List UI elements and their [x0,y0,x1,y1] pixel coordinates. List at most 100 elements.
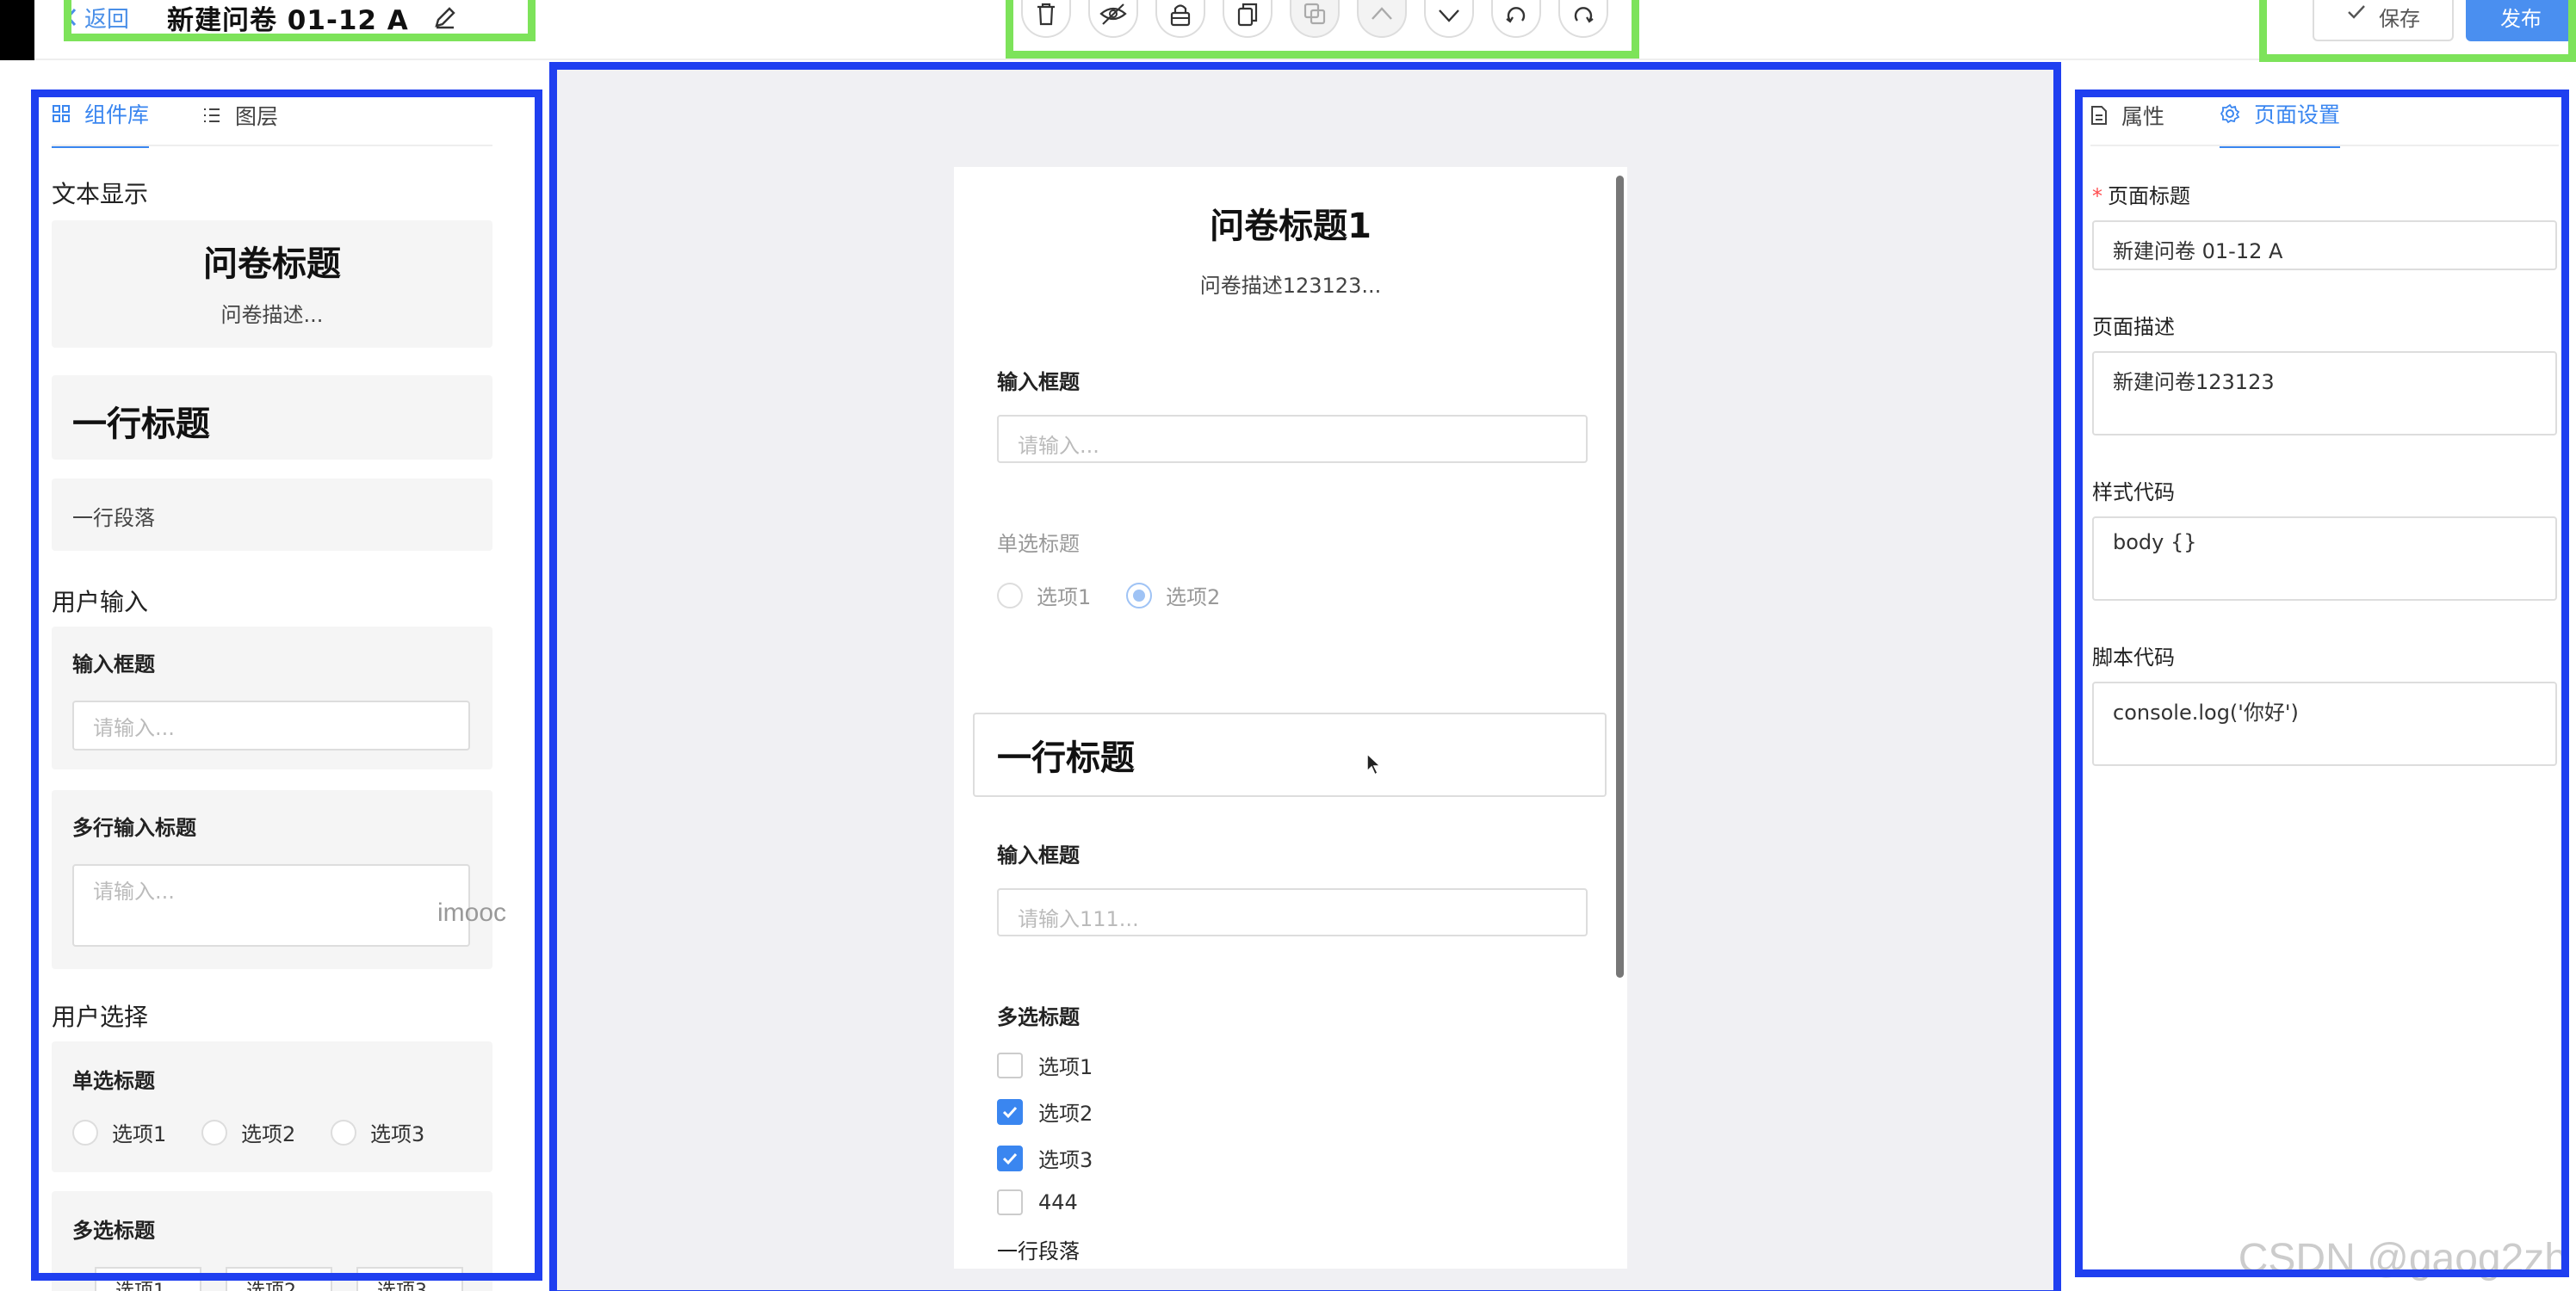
checkbox-checked-icon [997,1098,1023,1125]
back-button[interactable]: 返回 [65,2,129,34]
trash-icon [1035,2,1057,28]
tab-label: 组件库 [84,102,150,127]
sample-desc: 问卷描述... [220,303,324,327]
tab-label: 属性 [2121,104,2165,129]
tab-page-settings[interactable]: 页面设置 [2220,98,2341,148]
checkbox-icon [997,1189,1023,1215]
right-tabs: 属性 页面设置 [2090,98,2341,148]
questionnaire-preview: 问卷标题1 问卷描述123123... 输入框题 请输入... 单选标题 选项1… [954,167,1627,1269]
black-marker [0,0,34,60]
tab-divider [2090,145,2559,146]
paste-icon [1303,2,1327,28]
hide-button[interactable] [1088,0,1138,38]
imooc-watermark: imooc [437,899,507,927]
sample-input: 请输入... [72,701,470,751]
header-actions: 保存 发布 [2313,0,2576,41]
gear-icon [2220,103,2240,124]
sample-line-title: 一行标题 [72,405,210,444]
preview-checkbox-option[interactable]: 444 [997,1189,1078,1215]
grid-icon [52,104,71,123]
sample-title: 问卷标题 [203,244,341,284]
css-code-textarea[interactable]: body {} [2092,516,2557,601]
group-title-user-input: 用户输入 [52,588,149,616]
save-label: 保存 [2379,7,2420,31]
component-line-title[interactable]: 一行标题 [52,375,492,460]
preview-input[interactable]: 请输入... [997,415,1588,463]
tab-properties[interactable]: 属性 [2090,98,2164,148]
page-title-input[interactable]: 新建问卷 01-12 A [2092,220,2557,270]
preview-checkbox-option[interactable]: 选项1 [997,1050,1093,1080]
lock-icon [1168,2,1192,28]
component-input[interactable]: 输入框题 请输入... [52,627,492,769]
tab-layers[interactable]: 图层 [202,98,278,148]
preview-radio-label: 单选标题 [997,532,1080,556]
preview-checkbox-option[interactable]: 选项3 [997,1143,1093,1173]
move-down-button[interactable] [1424,0,1474,38]
tab-label: 图层 [235,104,279,129]
save-button[interactable]: 保存 [2313,0,2454,41]
component-textarea[interactable]: 多行输入标题 请输入... [52,790,492,969]
paste-button[interactable] [1290,0,1340,38]
component-paragraph[interactable]: 一行段落 [52,479,492,551]
component-toolbar [1021,0,1608,38]
arrow-up-icon [1369,2,1395,28]
sample-radio-option: 选项3 [331,1117,424,1147]
page-desc-textarea[interactable]: 新建问卷123123 [2092,351,2557,435]
component-radio[interactable]: 单选标题 选项1 选项2 选项3 [52,1041,492,1172]
sample-checkbox-title: 多选标题 [72,1219,155,1243]
editor-canvas: 问卷标题1 问卷描述123123... 输入框题 请输入... 单选标题 选项1… [551,62,2059,1291]
preview-input-label: 输入框题 [997,370,1080,394]
move-up-button[interactable] [1357,0,1407,38]
csdn-watermark: CSDN @gaog2zh [2238,1236,2567,1282]
tab-divider [52,145,492,146]
undo-button[interactable] [1491,0,1541,38]
publish-button[interactable]: 发布 [2466,0,2576,41]
check-icon [2346,2,2367,22]
redo-icon [1570,2,1596,28]
copy-button[interactable] [1223,0,1273,38]
page-desc-label: 页面描述 [2092,315,2175,339]
sample-input-title: 输入框题 [72,652,155,676]
preview-checkbox-option[interactable]: 选项2 [997,1096,1093,1127]
sample-radio-option: 选项2 [201,1117,295,1147]
delete-button[interactable] [1021,0,1071,38]
editor-header: 返回 新建问卷 01-12 A 保存 发布 [0,0,2576,60]
component-question-title[interactable]: 问卷标题 问卷描述... [52,220,492,348]
eye-off-icon [1099,2,1127,28]
lock-button[interactable] [1155,0,1205,38]
component-library-panel: 组件库 图层 文本显示 问卷标题 问卷描述... 一行标题 一行段落 用户输入 … [26,79,515,1291]
sample-paragraph: 一行段落 [72,506,155,530]
preview-radio-option-selected[interactable]: 选项2 [1126,580,1220,610]
group-title-text-display: 文本显示 [52,180,149,208]
back-label: 返回 [84,6,130,33]
sample-checkbox-option: 选项1 [95,1267,201,1291]
preview-title[interactable]: 问卷标题1 [954,198,1627,248]
radio-checked-icon [1126,582,1152,608]
properties-panel: 属性 页面设置 * 页面标题 新建问卷 01-12 A 页面描述 新建问卷1231… [2082,79,2576,1291]
preview-input2-label: 输入框题 [997,843,1080,868]
js-code-textarea[interactable]: console.log('你好') [2092,682,2557,766]
css-code-label: 样式代码 [2092,480,2175,504]
questionnaire-title: 新建问卷 01-12 A [167,4,409,36]
radio-icon [997,582,1023,608]
tab-component-library[interactable]: 组件库 [52,98,150,148]
preview-checkbox-label: 多选标题 [997,1005,1080,1029]
chevron-left-icon [65,8,77,27]
sample-textarea: 请输入... [72,864,470,947]
redo-button[interactable] [1558,0,1608,38]
edit-icon[interactable] [433,5,457,29]
page-title-label: * 页面标题 [2092,184,2190,208]
preview-input2[interactable]: 请输入111... [997,888,1588,936]
preview-radio-option[interactable]: 选项1 [997,580,1091,610]
sample-textarea-title: 多行输入标题 [72,816,196,840]
app-screen: 返回 新建问卷 01-12 A 保存 发布 组件库 图层 文本显示 问卷标题 问… [0,0,2576,1291]
selected-line-title[interactable]: 一行标题 [973,713,1607,797]
tab-label: 页面设置 [2254,102,2341,127]
left-tabs: 组件库 图层 [52,98,278,148]
file-icon [2090,105,2108,126]
arrow-down-icon [1436,2,1462,28]
js-code-label: 脚本代码 [2092,646,2175,670]
preview-desc: 问卷描述123123... [1199,274,1382,298]
sample-radio-option: 选项1 [72,1117,166,1147]
undo-icon [1503,2,1529,28]
